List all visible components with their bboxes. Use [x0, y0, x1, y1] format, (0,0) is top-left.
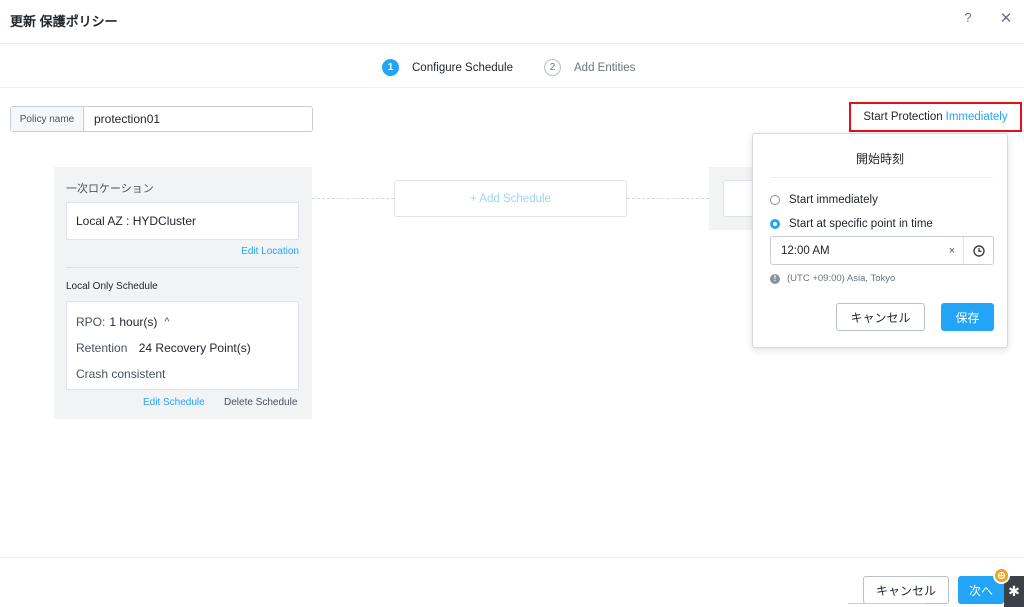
dialog-title: 更新 保護ポリシー — [10, 14, 118, 29]
radio-label: Start at specific point in time — [789, 218, 933, 230]
connector-line — [627, 198, 709, 199]
clear-icon[interactable]: × — [941, 245, 963, 257]
start-protection-link[interactable]: Start Protection Immediately — [849, 102, 1022, 132]
retention-value: 24 Recovery Point(s) — [138, 341, 251, 355]
consistency-label: Crash consistent — [76, 367, 166, 381]
delete-schedule-link[interactable]: Delete Schedule — [224, 397, 297, 408]
radio-button[interactable] — [770, 195, 780, 205]
schedule-heading: Local Only Schedule — [66, 281, 158, 292]
dialog-header: 更新 保護ポリシー ? ✕ — [0, 0, 1024, 44]
retention-row: Retention 24 Recovery Point(s) — [76, 341, 251, 355]
footer-ghost-strip — [848, 603, 926, 607]
add-schedule-button[interactable]: + Add Schedule — [394, 180, 627, 217]
timezone-row: ! (UTC +09:00) Asia, Tokyo — [770, 273, 895, 284]
popover-divider — [771, 177, 993, 178]
chevron-up-icon[interactable]: ^ — [164, 316, 169, 328]
start-protection-value[interactable]: Immediately — [946, 111, 1008, 123]
clock-icon[interactable] — [963, 237, 993, 264]
popover-cancel-button[interactable]: キャンセル — [836, 303, 925, 331]
cancel-button[interactable]: キャンセル — [863, 576, 949, 604]
location-box: Local AZ : HYDCluster — [66, 202, 299, 240]
edit-schedule-link[interactable]: Edit Schedule — [143, 397, 205, 408]
step-configure-schedule[interactable]: 1 Configure Schedule — [382, 59, 513, 76]
notification-badge-icon[interactable]: ⊕ — [993, 567, 1010, 584]
retention-key: Retention — [76, 341, 128, 355]
rpo-key: RPO: — [76, 315, 106, 329]
time-input[interactable] — [771, 244, 941, 257]
policy-name-input[interactable] — [84, 107, 312, 131]
popover-title: 開始時刻 — [855, 152, 904, 166]
primary-location-panel: 一次ロケーション Local AZ : HYDCluster Edit Loca… — [54, 167, 312, 419]
edit-location-link[interactable]: Edit Location — [241, 246, 299, 257]
help-icon[interactable]: ? — [961, 10, 975, 28]
popover-save-button[interactable]: 保存 — [941, 303, 994, 331]
radio-start-specific-time[interactable]: Start at specific point in time — [770, 218, 933, 230]
step-number: 1 — [382, 59, 399, 76]
radio-label: Start immediately — [789, 194, 878, 206]
primary-location-heading: 一次ロケーション — [66, 183, 154, 195]
wizard-steps: 1 Configure Schedule 2 Add Entities — [0, 44, 1024, 88]
time-field: × — [770, 236, 994, 265]
connector-line — [312, 198, 394, 199]
radio-button[interactable] — [770, 219, 780, 229]
info-icon: ! — [770, 273, 780, 284]
schedule-card: RPO: 1 hour(s) ^ Retention 24 Recovery P… — [66, 301, 299, 390]
policy-name-field: Policy name — [10, 106, 313, 132]
policy-name-label: Policy name — [11, 107, 84, 131]
step-add-entities[interactable]: 2 Add Entities — [544, 59, 635, 76]
step-number: 2 — [544, 59, 561, 76]
rpo-row: RPO: 1 hour(s) ^ — [76, 315, 170, 329]
start-time-popover: 開始時刻 Start immediately Start at specific… — [752, 133, 1008, 348]
close-icon[interactable]: ✕ — [998, 9, 1014, 27]
rpo-value: 1 hour(s) — [109, 315, 158, 329]
step-label: Add Entities — [574, 61, 636, 74]
timezone-label: (UTC +09:00) Asia, Tokyo — [787, 273, 896, 284]
step-label: Configure Schedule — [412, 61, 514, 74]
panel-divider — [66, 267, 299, 268]
radio-start-immediately[interactable]: Start immediately — [770, 194, 878, 206]
start-protection-label: Start Protection — [863, 111, 943, 123]
